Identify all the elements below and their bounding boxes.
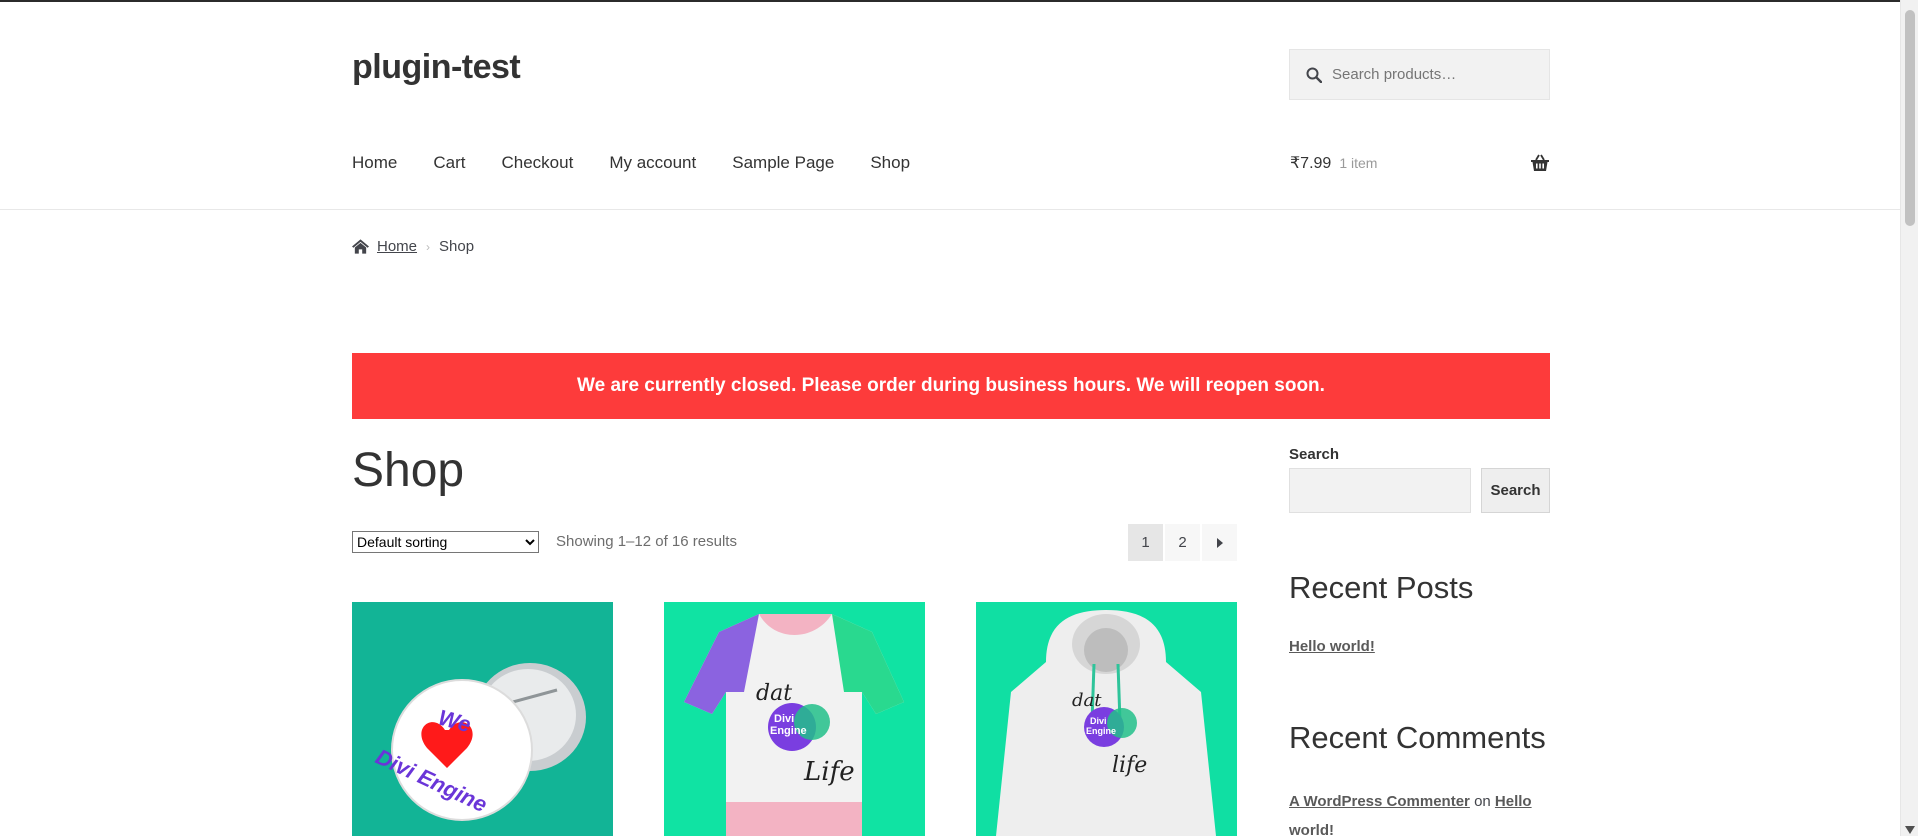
window-top-border xyxy=(0,0,1918,2)
sort-select[interactable]: Default sorting xyxy=(352,531,539,553)
nav-item-shop[interactable]: Shop xyxy=(870,153,910,173)
tshirt-illustration: Divi Engine dat Life xyxy=(684,614,904,836)
recent-comments-title: Recent Comments xyxy=(1289,720,1546,755)
product-image-dat-divi-life-hoodie[interactable]: Divi Engine dat life xyxy=(976,602,1237,836)
product-search[interactable] xyxy=(1289,49,1550,100)
pin-button-illustration: We Divi Engine xyxy=(372,663,586,821)
tshirt-text-life: Life xyxy=(803,757,855,787)
hoodie-illustration: Divi Engine dat life xyxy=(996,610,1216,836)
site-title[interactable]: plugin-test xyxy=(352,48,521,87)
recent-comment-item: A WordPress Commenter on Hello world! xyxy=(1289,787,1551,836)
product-image-we-love-divi-engine[interactable]: We Divi Engine xyxy=(352,602,613,836)
result-count: Showing 1–12 of 16 results xyxy=(556,533,737,550)
sidebar-search-button[interactable]: Search xyxy=(1481,468,1550,513)
nav-item-sample-page[interactable]: Sample Page xyxy=(732,153,834,173)
sidebar-search-input[interactable] xyxy=(1289,468,1471,513)
next-arrow-icon xyxy=(1216,537,1223,548)
comment-author-link[interactable]: A WordPress Commenter xyxy=(1289,793,1470,810)
recent-posts-title: Recent Posts xyxy=(1289,570,1474,605)
product-image-dat-divi-life-tshirt[interactable]: Divi Engine dat Life xyxy=(664,602,925,836)
hoodie-text-life: life xyxy=(1112,753,1147,778)
recent-post-link[interactable]: Hello world! xyxy=(1289,638,1375,655)
scroll-down-arrow-icon[interactable] xyxy=(1905,826,1915,834)
hoodie-text-engine: Engine xyxy=(1086,726,1116,736)
primary-navigation: Home Cart Checkout My account Sample Pag… xyxy=(352,153,946,173)
breadcrumb-home-link[interactable]: Home xyxy=(377,238,417,255)
page-1-current: 1 xyxy=(1128,524,1163,561)
nav-item-checkout[interactable]: Checkout xyxy=(501,153,573,173)
nav-item-home[interactable]: Home xyxy=(352,153,397,173)
header-cart[interactable]: ₹7.99 1 item xyxy=(1290,153,1550,173)
page-scrollbar[interactable] xyxy=(1900,0,1918,836)
scrollbar-thumb[interactable] xyxy=(1905,10,1915,226)
cart-total[interactable]: ₹7.99 xyxy=(1290,153,1331,173)
nav-item-cart[interactable]: Cart xyxy=(433,153,465,173)
store-closed-notice: We are currently closed. Please order du… xyxy=(352,353,1550,419)
tshirt-text-engine: Engine xyxy=(770,725,807,737)
product-search-input[interactable] xyxy=(1332,66,1532,83)
hoodie-text-divi: Divi xyxy=(1090,716,1107,726)
breadcrumb: Home › Shop xyxy=(352,238,474,255)
header-divider xyxy=(0,209,1900,210)
hoodie-text-dat: dat xyxy=(1072,690,1102,711)
breadcrumb-separator-icon: › xyxy=(426,239,431,254)
nav-item-my-account[interactable]: My account xyxy=(609,153,696,173)
search-icon xyxy=(1306,67,1322,83)
tshirt-text-divi: Divi xyxy=(774,713,794,725)
next-page-button[interactable] xyxy=(1202,524,1237,561)
comment-on-text: on xyxy=(1474,793,1491,810)
page-2-link[interactable]: 2 xyxy=(1165,524,1200,561)
page-title: Shop xyxy=(352,444,465,497)
tshirt-text-dat: dat xyxy=(756,681,792,706)
sidebar-search-label: Search xyxy=(1289,446,1340,463)
home-icon xyxy=(352,239,369,254)
cart-item-count[interactable]: 1 item xyxy=(1339,155,1377,171)
pagination: 1 2 xyxy=(1128,524,1239,561)
breadcrumb-current: Shop xyxy=(439,238,475,255)
basket-icon[interactable] xyxy=(1530,153,1550,173)
